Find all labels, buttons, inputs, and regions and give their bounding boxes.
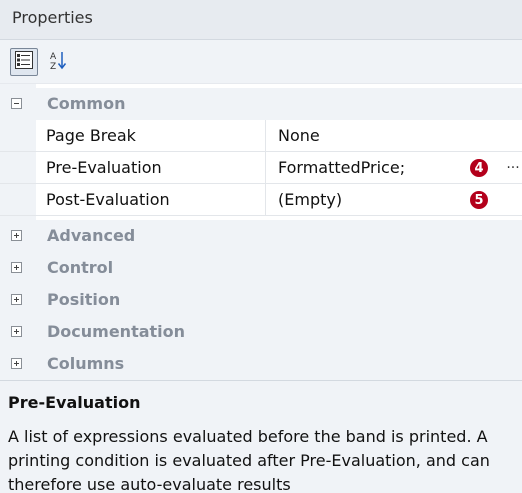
expand-icon[interactable]	[11, 230, 22, 241]
property-row-page-break[interactable]: Page Break None	[0, 120, 522, 152]
svg-text:A: A	[50, 52, 57, 62]
callout-marker-5: 5	[470, 191, 488, 209]
category-documentation[interactable]: Documentation	[0, 316, 522, 348]
category-position[interactable]: Position	[0, 284, 522, 316]
properties-toolbar: A Z	[0, 40, 522, 84]
property-value-cell[interactable]: (Empty) 5	[266, 184, 522, 215]
category-label: Advanced	[47, 226, 136, 245]
expand-icon[interactable]	[11, 358, 22, 369]
expand-icon[interactable]	[11, 294, 22, 305]
property-value[interactable]: None	[278, 126, 320, 145]
property-value-cell[interactable]: FormattedPrice; 4 ...	[266, 152, 522, 183]
category-label: Position	[47, 290, 121, 309]
categorized-view-button[interactable]	[10, 48, 38, 76]
category-common[interactable]: Common	[0, 88, 522, 120]
callout-marker-4: 4	[470, 159, 488, 177]
svg-text:Z: Z	[50, 62, 56, 71]
property-grid: Common Page Break None Pre-Evaluation Fo…	[0, 84, 522, 380]
property-name: Post-Evaluation	[46, 190, 170, 209]
property-name-cell: Post-Evaluation	[36, 184, 266, 215]
category-label: Documentation	[47, 322, 186, 341]
alphabetical-sort-button[interactable]: A Z	[44, 48, 72, 76]
property-row-post-evaluation[interactable]: Post-Evaluation (Empty) 5	[0, 184, 522, 216]
property-name-cell: Page Break	[36, 120, 266, 151]
collapse-icon[interactable]	[11, 98, 22, 109]
property-name: Pre-Evaluation	[46, 158, 162, 177]
expand-icon[interactable]	[11, 326, 22, 337]
sort-alphabetical-icon: A Z	[48, 49, 68, 75]
property-value-cell[interactable]: None	[266, 120, 522, 151]
category-advanced[interactable]: Advanced	[0, 220, 522, 252]
property-name: Page Break	[46, 126, 136, 145]
property-value[interactable]: FormattedPrice;	[278, 158, 405, 177]
description-panel: Pre-Evaluation A list of expressions eva…	[0, 380, 522, 493]
property-value[interactable]: (Empty)	[278, 190, 342, 209]
category-columns[interactable]: Columns	[0, 348, 522, 380]
category-label: Control	[47, 258, 114, 277]
property-row-pre-evaluation[interactable]: Pre-Evaluation FormattedPrice; 4 ...	[0, 152, 522, 184]
panel-title: Properties	[12, 8, 93, 27]
category-control[interactable]: Control	[0, 252, 522, 284]
properties-title-bar: Properties	[0, 0, 522, 40]
ellipsis-button[interactable]: ...	[504, 156, 522, 178]
description-title: Pre-Evaluation	[8, 393, 141, 412]
property-name-cell: Pre-Evaluation	[36, 152, 266, 183]
category-label: Common	[47, 94, 126, 113]
category-label: Columns	[47, 354, 125, 373]
categorized-view-icon	[14, 50, 34, 74]
expand-icon[interactable]	[11, 262, 22, 273]
description-text: A list of expressions evaluated before t…	[8, 427, 490, 493]
